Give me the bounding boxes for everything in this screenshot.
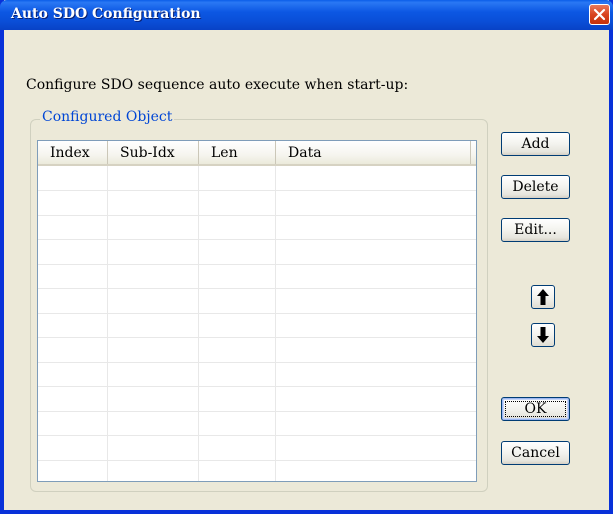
instruction-text: Configure SDO sequence auto execute when… bbox=[26, 77, 409, 93]
row-gridline bbox=[38, 435, 476, 436]
list-header: Index Sub-Idx Len Data bbox=[38, 141, 476, 166]
row-gridline bbox=[38, 190, 476, 191]
arrow-down-icon bbox=[537, 327, 549, 343]
row-gridline bbox=[38, 460, 476, 461]
arrow-up-icon bbox=[537, 289, 549, 305]
column-header-data[interactable]: Data bbox=[276, 141, 471, 164]
row-gridline bbox=[38, 362, 476, 363]
row-gridline bbox=[38, 264, 476, 265]
row-gridline bbox=[38, 288, 476, 289]
close-button[interactable] bbox=[589, 4, 610, 25]
sdo-list-view[interactable]: Index Sub-Idx Len Data bbox=[37, 140, 477, 482]
window-title: Auto SDO Configuration bbox=[11, 6, 201, 22]
title-bar[interactable]: Auto SDO Configuration bbox=[0, 0, 613, 30]
row-gridline bbox=[38, 313, 476, 314]
row-gridline bbox=[38, 386, 476, 387]
row-gridline bbox=[38, 411, 476, 412]
edit-button[interactable]: Edit... bbox=[501, 218, 570, 242]
groupbox-label: Configured Object bbox=[40, 109, 175, 125]
close-icon bbox=[593, 8, 606, 21]
column-header-sub-idx[interactable]: Sub-Idx bbox=[108, 141, 199, 164]
column-header-len[interactable]: Len bbox=[199, 141, 276, 164]
row-gridline bbox=[38, 239, 476, 240]
add-button[interactable]: Add bbox=[501, 132, 570, 156]
delete-button[interactable]: Delete bbox=[501, 175, 570, 199]
column-header-index[interactable]: Index bbox=[38, 141, 108, 164]
move-down-button[interactable] bbox=[531, 323, 555, 347]
row-gridline bbox=[38, 215, 476, 216]
ok-button-label: OK bbox=[524, 401, 547, 417]
cancel-button[interactable]: Cancel bbox=[501, 441, 570, 465]
move-up-button[interactable] bbox=[531, 285, 555, 309]
ok-button[interactable]: OK bbox=[501, 397, 570, 421]
row-gridline bbox=[38, 337, 476, 338]
list-body[interactable] bbox=[38, 166, 476, 481]
